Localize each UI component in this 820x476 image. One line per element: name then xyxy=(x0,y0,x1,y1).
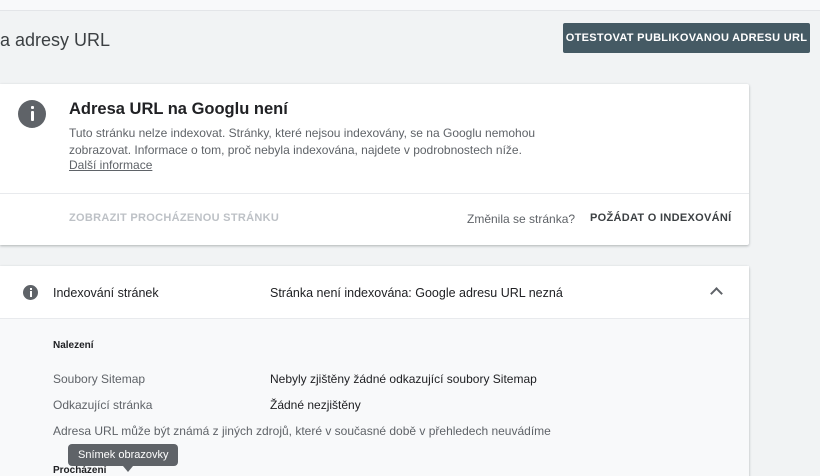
card-divider xyxy=(0,193,749,194)
discovery-note: Adresa URL může být známá z jiných zdroj… xyxy=(53,424,551,438)
learn-more-link[interactable]: Další informace xyxy=(69,158,152,172)
page-indexing-label: Indexování stránek xyxy=(53,286,159,300)
crawl-section-title: Procházení xyxy=(53,465,107,476)
tooltip-arrow xyxy=(123,466,133,472)
referring-page-label: Odkazující stránka xyxy=(53,398,153,412)
screenshot-tooltip: Snímek obrazovky xyxy=(68,444,179,466)
info-icon xyxy=(18,100,46,128)
sitemaps-value: Nebyly zjištěny žádné odkazující soubory… xyxy=(270,372,537,386)
page-indexing-status: Stránka není indexována: Google adresu U… xyxy=(270,286,563,300)
url-inspection-page: a adresy URL OTESTOVAT PUBLIKOVANOU ADRE… xyxy=(0,0,820,476)
request-indexing-button[interactable]: POŽÁDAT O INDEXOVÁNÍ xyxy=(590,212,731,224)
sitemaps-label: Soubory Sitemap xyxy=(53,372,146,386)
view-crawled-page-button[interactable]: ZOBRAZIT PROCHÁZENOU STRÁNKU xyxy=(69,212,279,224)
info-icon xyxy=(23,285,38,300)
top-app-bar-edge xyxy=(0,0,820,11)
status-heading: Adresa URL na Googlu není xyxy=(69,100,288,118)
status-description: Tuto stránku nelze indexovat. Stránky, k… xyxy=(69,126,536,157)
test-live-url-button[interactable]: OTESTOVAT PUBLIKOVANOU ADRESU URL xyxy=(563,23,810,53)
discovery-section-title: Nalezení xyxy=(53,340,94,351)
page-changed-question: Změnila se stránka? xyxy=(467,212,576,226)
page-title: a adresy URL xyxy=(0,30,111,50)
referring-page-value: Žádné nezjištěny xyxy=(270,398,361,412)
